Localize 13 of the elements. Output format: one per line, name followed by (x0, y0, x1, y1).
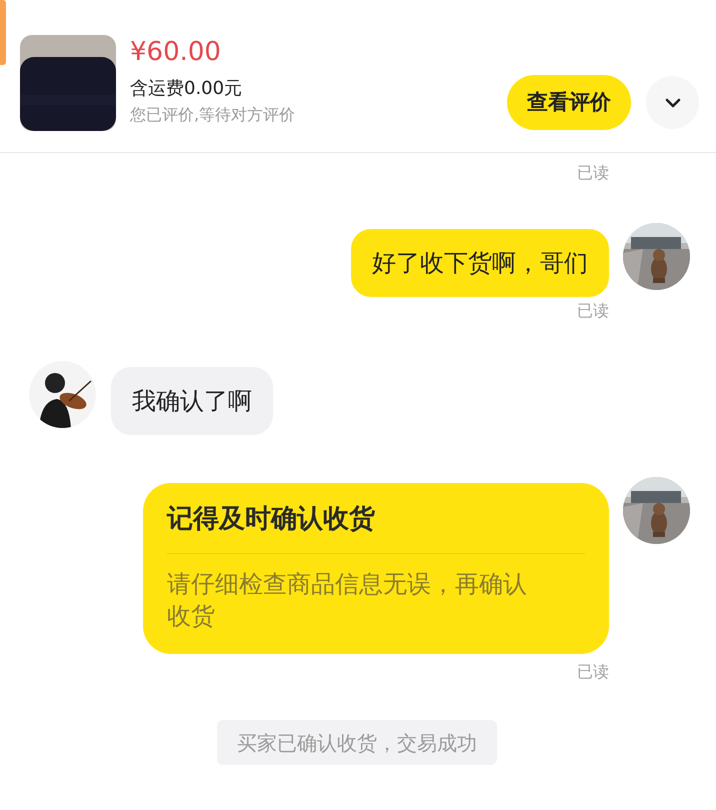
view-review-button[interactable]: 查看评价 (507, 75, 631, 130)
shipping-fee: 含运费0.00元 (130, 77, 244, 101)
card-body: 请仔细检查商品信息无误，再确认收货 (167, 569, 528, 632)
card-title: 记得及时确认收货 (167, 501, 585, 554)
message-bubble: 我确认了啊 (111, 367, 273, 435)
read-receipt: 已读 (577, 301, 609, 321)
review-status: 您已评价,等待对方评价 (130, 104, 296, 126)
accent-bar (0, 0, 6, 65)
system-notice: 买家已确认收货，交易成功 (217, 720, 497, 765)
price: ¥60.00 (130, 36, 222, 69)
read-receipt: 已读 (577, 662, 609, 682)
read-receipt: 已读 (577, 163, 609, 183)
message-bubble: 好了收下货啊，哥们 (351, 229, 609, 297)
